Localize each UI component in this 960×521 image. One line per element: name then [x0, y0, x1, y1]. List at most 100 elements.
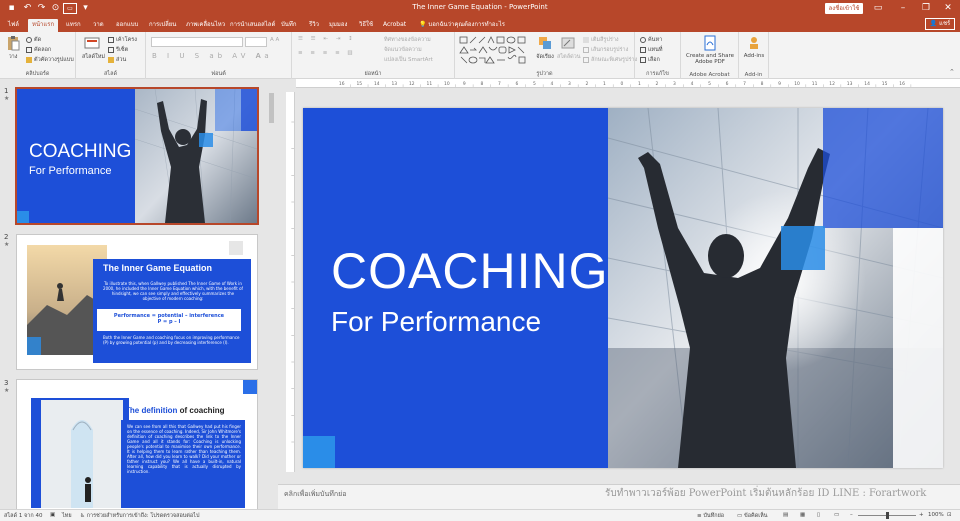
reset-button[interactable]: รีเซ็ต — [108, 46, 128, 54]
cut-button[interactable]: ตัด — [26, 36, 41, 44]
font-style-buttons[interactable]: B I U S ab AV Aa — [152, 52, 273, 60]
format-painter-button[interactable]: ตัวคัดวางรูปแบบ — [26, 56, 74, 64]
accessibility-status[interactable]: ♿ การช่วยสำหรับการเข้าถึง: โปรดตรวจสอบต่… — [80, 512, 199, 520]
tab-insert[interactable]: แทรก — [62, 19, 85, 32]
tab-transitions[interactable]: การเปลี่ยน — [145, 19, 180, 32]
tell-me-box[interactable]: 💡 บอกฉันว่าคุณต้องการทำอะไร — [419, 19, 505, 29]
normal-view-icon[interactable]: ▤ — [783, 512, 788, 518]
tab-review[interactable]: บันทึก — [277, 19, 301, 32]
new-slide-button[interactable]: สไลด์ใหม่ — [82, 35, 105, 61]
collapse-ribbon-icon[interactable]: ⌃ — [949, 68, 955, 76]
shape-fill-button[interactable]: เติมสีรูปร่าง — [583, 36, 619, 44]
lightbulb-icon: 💡 — [419, 21, 427, 28]
slide-number-2: 2 — [4, 233, 9, 241]
ribbon-tab-bar: ไฟล์ หน้าแรก แทรก วาด ออกแบบ การเปลี่ยน … — [0, 17, 960, 32]
ribbon-home: วาง ตัด คัดลอก ตัวคัดวางรูปแบบ คลิปบอร์ด… — [0, 32, 960, 79]
group-paragraph: ☰ ☰ ⇤ ⇥ ↕ ≡ ≡ ≡ ≡ ▥ ทิศทางของข้อความ จัด… — [292, 32, 455, 79]
font-name-combo[interactable] — [151, 37, 243, 47]
replace-button[interactable]: แทนที่ — [640, 46, 663, 54]
acrobat-group-label: Adobe Acrobat — [689, 72, 730, 78]
scrollbar-thumb[interactable] — [269, 93, 274, 123]
reading-view-icon[interactable]: ▯ — [817, 512, 820, 518]
ruler-label: 9 — [463, 81, 466, 87]
arrange-button[interactable]: จัดเรียง — [535, 35, 555, 61]
fit-to-window-icon[interactable]: ⊡ — [947, 512, 952, 518]
tab-design[interactable]: ออกแบบ — [112, 19, 142, 32]
align-buttons[interactable]: ≡ ≡ ≡ ≡ ▥ — [298, 50, 356, 56]
font-group-label: ฟอนต์ — [211, 71, 226, 77]
zoom-in-icon[interactable]: + — [919, 512, 924, 518]
create-adobe-pdf-button[interactable]: Create and Share Adobe PDF — [683, 35, 737, 65]
paste-button[interactable]: วาง — [4, 35, 22, 61]
text-direction-button[interactable]: ทิศทางของข้อความ — [384, 36, 431, 44]
font-color-icon[interactable]: A — [256, 52, 261, 60]
minimize-icon[interactable]: – — [893, 2, 913, 15]
notes-placeholder[interactable]: คลิกเพื่อเพิ่มบันทึกย่อ — [284, 489, 346, 500]
list-buttons[interactable]: ☰ ☰ ⇤ ⇥ ↕ — [298, 36, 356, 42]
tab-draw[interactable]: วาด — [89, 19, 108, 32]
shape-outline-button[interactable]: เส้นกรอบรูปร่าง — [583, 46, 628, 54]
grow-shrink-font-icon[interactable]: A A — [270, 37, 279, 43]
select-label: เลือก — [648, 57, 660, 63]
ruler-label: 5 — [533, 81, 536, 87]
accessibility-label: การช่วยสำหรับการเข้าถึง: โปรดตรวจสอบต่อไ… — [86, 513, 200, 519]
slide-thumbnail-1[interactable]: COACHING For Performance — [15, 87, 259, 225]
clipboard-group-label: คลิปบอร์ด — [25, 71, 50, 77]
thumb1-subtitle: For Performance — [29, 165, 112, 177]
slide-canvas[interactable]: COACHING For Performance — [303, 108, 943, 468]
tab-help[interactable]: วิธีใช้ — [355, 19, 377, 32]
addins-button[interactable]: Add-ins — [741, 35, 767, 59]
tab-animations[interactable]: ภาพเคลื่อนไหว — [182, 19, 229, 32]
thumb1-blue-square-top — [241, 89, 257, 131]
slide-thumbnail-2[interactable]: The Inner Game Equation To illustrate th… — [16, 234, 258, 370]
slide-corner-square — [303, 436, 335, 468]
slideshow-icon[interactable]: ▭ — [834, 512, 839, 518]
effects-icon — [583, 56, 589, 63]
quick-styles-button[interactable]: สไตล์ด่วน — [557, 35, 581, 61]
group-addins: Add-ins Add-in — [739, 32, 769, 79]
tab-comments[interactable]: รีวิว — [305, 19, 323, 32]
sign-in-button[interactable]: ลงชื่อเข้าใช้ — [825, 3, 863, 14]
tab-file[interactable]: ไฟล์ — [4, 19, 23, 32]
thumb3-photo — [41, 400, 123, 508]
tab-slideshow[interactable]: การนำเสนอสไลด์ — [226, 19, 279, 32]
close-icon[interactable]: ✕ — [938, 2, 958, 15]
paste-label: วาง — [8, 54, 18, 60]
slide-title[interactable]: COACHING — [331, 242, 608, 300]
font-size-combo[interactable] — [245, 37, 267, 47]
ribbon-display-icon[interactable]: ▭ — [868, 2, 888, 15]
group-editing: ค้นหา แทนที่ เลือก การแก้ไข — [635, 32, 681, 79]
share-button[interactable]: 👤 แชร์ — [925, 18, 955, 30]
restore-icon[interactable]: ❐ — [916, 2, 936, 15]
zoom-out-icon[interactable]: – — [850, 512, 853, 518]
slide-thumbnail-3[interactable]: The definition of coaching We can see fr… — [16, 379, 258, 509]
slide-white-strip — [893, 228, 943, 468]
thumb1-blue-block — [215, 89, 241, 131]
tab-view[interactable]: มุมมอง — [325, 19, 351, 32]
slide-blue-square-top-right — [823, 108, 943, 228]
ruler-label: 3 — [673, 81, 676, 87]
comments-toggle[interactable]: ▭ ข้อคิดเห็น — [737, 512, 768, 520]
language-indicator[interactable]: ไทย — [62, 512, 72, 520]
thumb3-blue-square — [243, 380, 257, 394]
copy-button[interactable]: คัดลอก — [26, 46, 51, 54]
select-button[interactable]: เลือก — [640, 56, 660, 64]
slide-subtitle[interactable]: For Performance — [331, 306, 541, 338]
slide-counter: สไลด์ 1 จาก 40 — [4, 513, 43, 519]
layout-button[interactable]: เค้าโครง — [108, 36, 137, 44]
addins-icon — [750, 37, 758, 49]
tab-acrobat[interactable]: Acrobat — [379, 19, 410, 32]
slide-sorter-icon[interactable]: ▦ — [800, 512, 805, 518]
align-text-button[interactable]: จัดแนวข้อความ — [384, 46, 422, 54]
shapes-gallery[interactable] — [459, 36, 531, 66]
notes-toggle[interactable]: ≡ บันทึกย่อ — [697, 512, 724, 520]
spelling-icon[interactable]: ▣ — [50, 512, 55, 518]
shape-effects-button[interactable]: ลักษณะพิเศษรูปร่าง — [583, 56, 637, 64]
zoom-level[interactable]: 100% — [928, 512, 944, 518]
thumbnail-scrollbar[interactable] — [268, 85, 275, 509]
find-button[interactable]: ค้นหา — [640, 36, 662, 44]
zoom-slider-thumb[interactable] — [886, 512, 889, 519]
tab-home[interactable]: หน้าแรก — [28, 19, 59, 32]
section-button[interactable]: ส่วน — [108, 56, 126, 64]
convert-smartart-button[interactable]: แปลงเป็น SmartArt — [384, 56, 433, 64]
